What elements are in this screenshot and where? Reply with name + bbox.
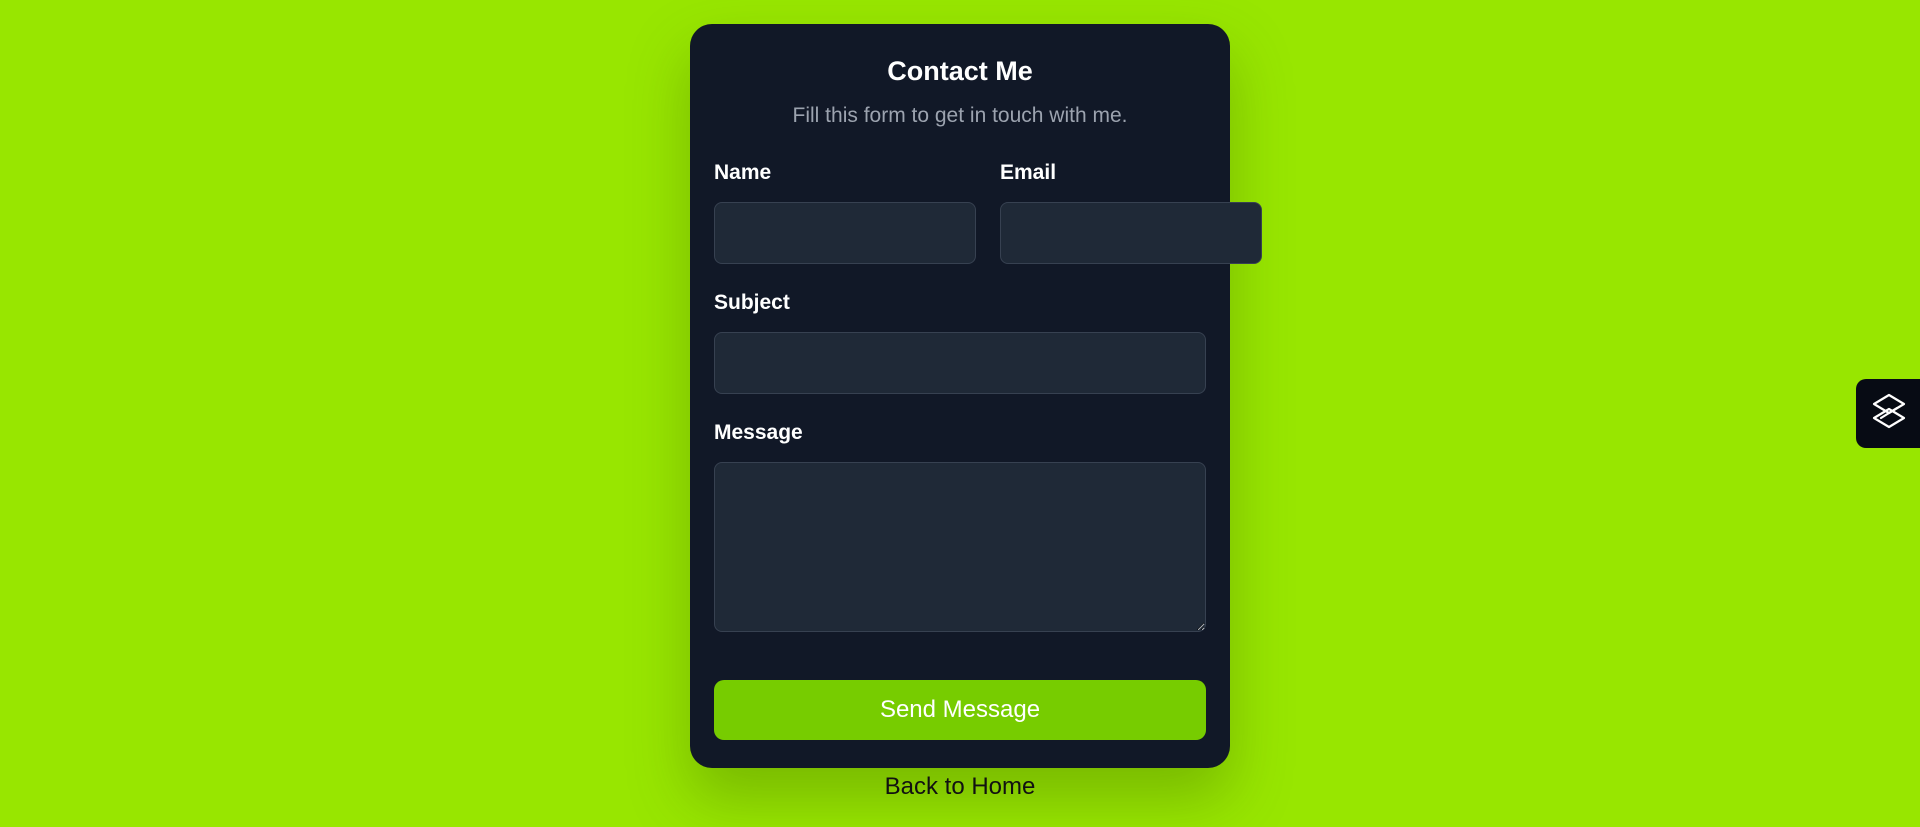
send-message-button[interactable]: Send Message [714, 680, 1206, 740]
name-field-group: Name [714, 160, 976, 264]
form-title: Contact Me [887, 56, 1033, 86]
email-input[interactable] [1000, 202, 1262, 264]
contact-form-card: Contact Me Fill this form to get in touc… [690, 24, 1262, 768]
message-field-group: Message [714, 420, 1206, 632]
subject-field-group: Subject [714, 290, 1206, 394]
back-to-home-link[interactable]: Back to Home [690, 772, 1230, 802]
email-label: Email [1000, 161, 1057, 184]
name-email-row: Name Email [714, 160, 1262, 264]
name-input[interactable] [714, 202, 976, 264]
floating-widget-button[interactable] [1856, 379, 1920, 448]
form-subtitle: Fill this form to get in touch with me. [792, 104, 1128, 127]
page: Contact Me Fill this form to get in touc… [0, 0, 1920, 827]
subject-input[interactable] [714, 332, 1206, 394]
name-label: Name [714, 161, 772, 184]
message-label: Message [714, 421, 803, 444]
subject-label: Subject [714, 291, 790, 314]
email-field-group: Email [1000, 160, 1262, 264]
message-textarea[interactable] [714, 462, 1206, 632]
layered-diamond-logo-icon [1870, 392, 1908, 435]
